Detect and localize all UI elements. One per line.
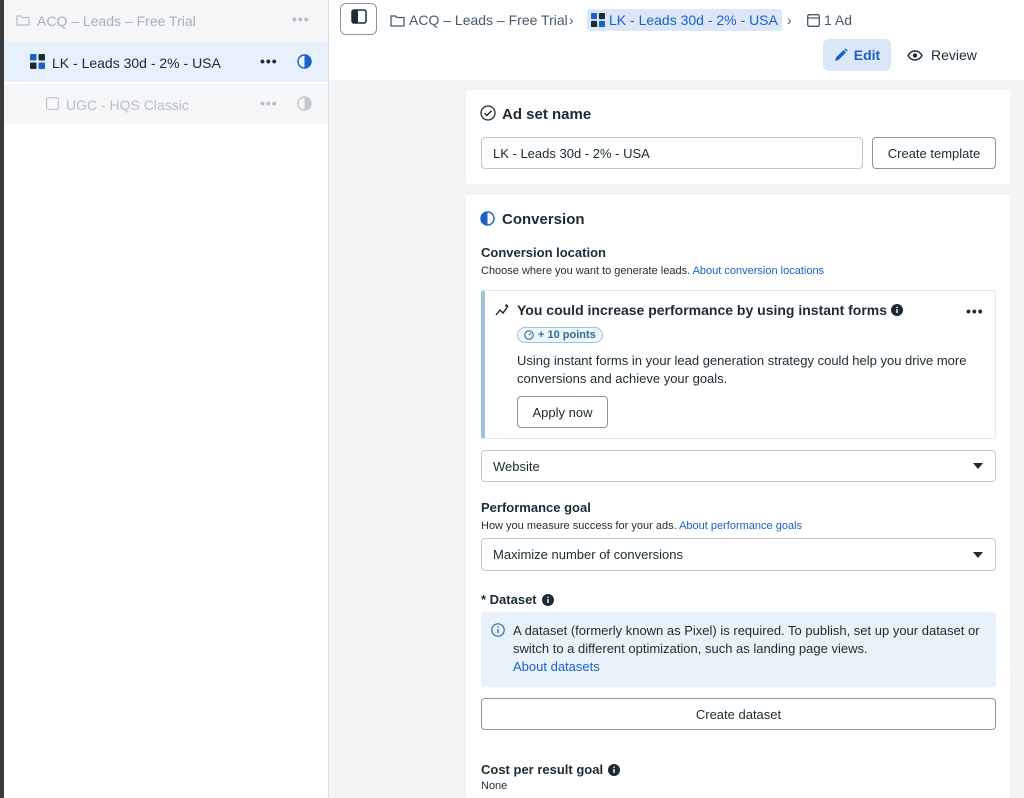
trend-icon: [495, 303, 509, 322]
performance-goal-help: How you measure success for your ads. Ab…: [481, 520, 802, 532]
dataset-info-message: A dataset (formerly known as Pixel) is r…: [513, 623, 980, 656]
gauge-icon: [524, 330, 534, 340]
edit-button[interactable]: Edit: [823, 39, 891, 71]
breadcrumb-adset[interactable]: LK - Leads 30d - 2% - USA: [587, 9, 782, 31]
check-circle-icon: [480, 105, 496, 126]
sidebar-item-label: LK - Leads 30d - 2% - USA: [52, 55, 221, 71]
top-bar: ACQ – Leads – Free Trial › LK - Leads 30…: [329, 0, 1024, 80]
info-icon[interactable]: [608, 763, 621, 776]
points-badge: + 10 points: [517, 327, 603, 343]
info-icon[interactable]: [891, 304, 904, 316]
breadcrumb-label: 1 Ad: [824, 12, 853, 28]
info-outline-icon: [491, 623, 505, 642]
half-circle-status-icon: [297, 96, 312, 116]
sidebar-item-adset[interactable]: LK - Leads 30d - 2% - USA •••: [4, 41, 328, 82]
cost-goal-label: Cost per result goal: [481, 762, 621, 777]
conversion-location-select[interactable]: Website: [481, 450, 996, 482]
folder-icon: [16, 13, 30, 31]
recommendation-title: You could increase performance by using …: [517, 302, 904, 318]
more-options-icon[interactable]: •••: [966, 303, 984, 319]
half-circle-status-icon: [297, 54, 312, 74]
recommendation-body: Using instant forms in your lead generat…: [517, 353, 967, 386]
chevron-right-icon: ›: [787, 12, 792, 28]
breadcrumb-campaign[interactable]: ACQ – Leads – Free Trial: [390, 9, 568, 31]
edit-label: Edit: [853, 47, 881, 63]
review-label: Review: [931, 47, 977, 63]
sidebar-item-campaign[interactable]: ACQ – Leads – Free Trial •••: [4, 0, 328, 41]
breadcrumb-label: ACQ – Leads – Free Trial: [409, 12, 568, 28]
sidebar-item-label: UGC - HQS Classic: [66, 97, 189, 113]
conversion-location-label: Conversion location: [481, 245, 606, 260]
about-datasets-link[interactable]: About datasets: [513, 659, 600, 674]
adset-name-input[interactable]: LK - Leads 30d - 2% - USA: [481, 137, 863, 169]
help-text: How you measure success for your ads.: [481, 520, 677, 532]
about-conversion-locations-link[interactable]: About conversion locations: [693, 265, 824, 277]
recommendation-title-text: You could increase performance by using …: [517, 302, 888, 318]
pencil-icon: [834, 48, 848, 62]
performance-goal-label: Performance goal: [481, 500, 591, 515]
chevron-right-icon: ›: [569, 12, 574, 28]
create-dataset-button[interactable]: Create dataset: [481, 698, 996, 730]
sidebar-toggle-icon: [350, 9, 367, 29]
ad-icon: [46, 97, 60, 115]
breadcrumb-ads[interactable]: 1 Ad: [807, 9, 852, 31]
performance-goal-select[interactable]: Maximize number of conversions: [481, 538, 996, 571]
folder-icon: [390, 14, 405, 27]
sidebar-toggle-button[interactable]: [340, 3, 377, 35]
sidebar: ACQ – Leads – Free Trial ••• LK - Leads …: [4, 0, 329, 798]
grid-icon: [30, 54, 45, 74]
info-icon[interactable]: [541, 593, 554, 606]
about-performance-goals-link[interactable]: About performance goals: [679, 520, 802, 532]
cost-goal-label-text: Cost per result goal: [481, 762, 604, 777]
more-options-icon[interactable]: •••: [260, 95, 278, 111]
dataset-label-text: * Dataset: [481, 592, 537, 607]
breadcrumb-label: LK - Leads 30d - 2% - USA: [609, 12, 778, 28]
conversion-location-help: Choose where you want to generate leads.…: [481, 265, 824, 277]
create-template-button[interactable]: Create template: [872, 137, 996, 169]
help-text: Choose where you want to generate leads.: [481, 265, 691, 277]
points-label: + 10 points: [538, 329, 596, 341]
adset-name-card: Ad set name LK - Leads 30d - 2% - USA Cr…: [466, 90, 1010, 184]
caret-down-icon: [973, 551, 983, 558]
dataset-info-text: A dataset (formerly known as Pixel) is r…: [513, 622, 988, 676]
more-options-icon[interactable]: •••: [292, 11, 310, 27]
caret-down-icon: [973, 463, 983, 469]
more-options-icon[interactable]: •••: [260, 53, 278, 69]
half-circle-icon: [480, 211, 495, 231]
adset-name-title: Ad set name: [502, 106, 592, 123]
conversion-title: Conversion: [502, 211, 585, 228]
review-button[interactable]: Review: [907, 39, 977, 71]
eye-icon: [907, 49, 923, 61]
grid-icon: [591, 13, 605, 27]
sidebar-item-ad[interactable]: UGC - HQS Classic •••: [4, 84, 328, 124]
ad-icon: [807, 13, 820, 27]
cost-goal-value: None: [481, 780, 508, 792]
select-value: Maximize number of conversions: [493, 547, 684, 562]
dataset-label: * Dataset: [481, 592, 554, 607]
apply-now-button[interactable]: Apply now: [517, 396, 608, 428]
select-value: Website: [493, 458, 540, 474]
sidebar-item-label: ACQ – Leads – Free Trial: [37, 13, 196, 29]
